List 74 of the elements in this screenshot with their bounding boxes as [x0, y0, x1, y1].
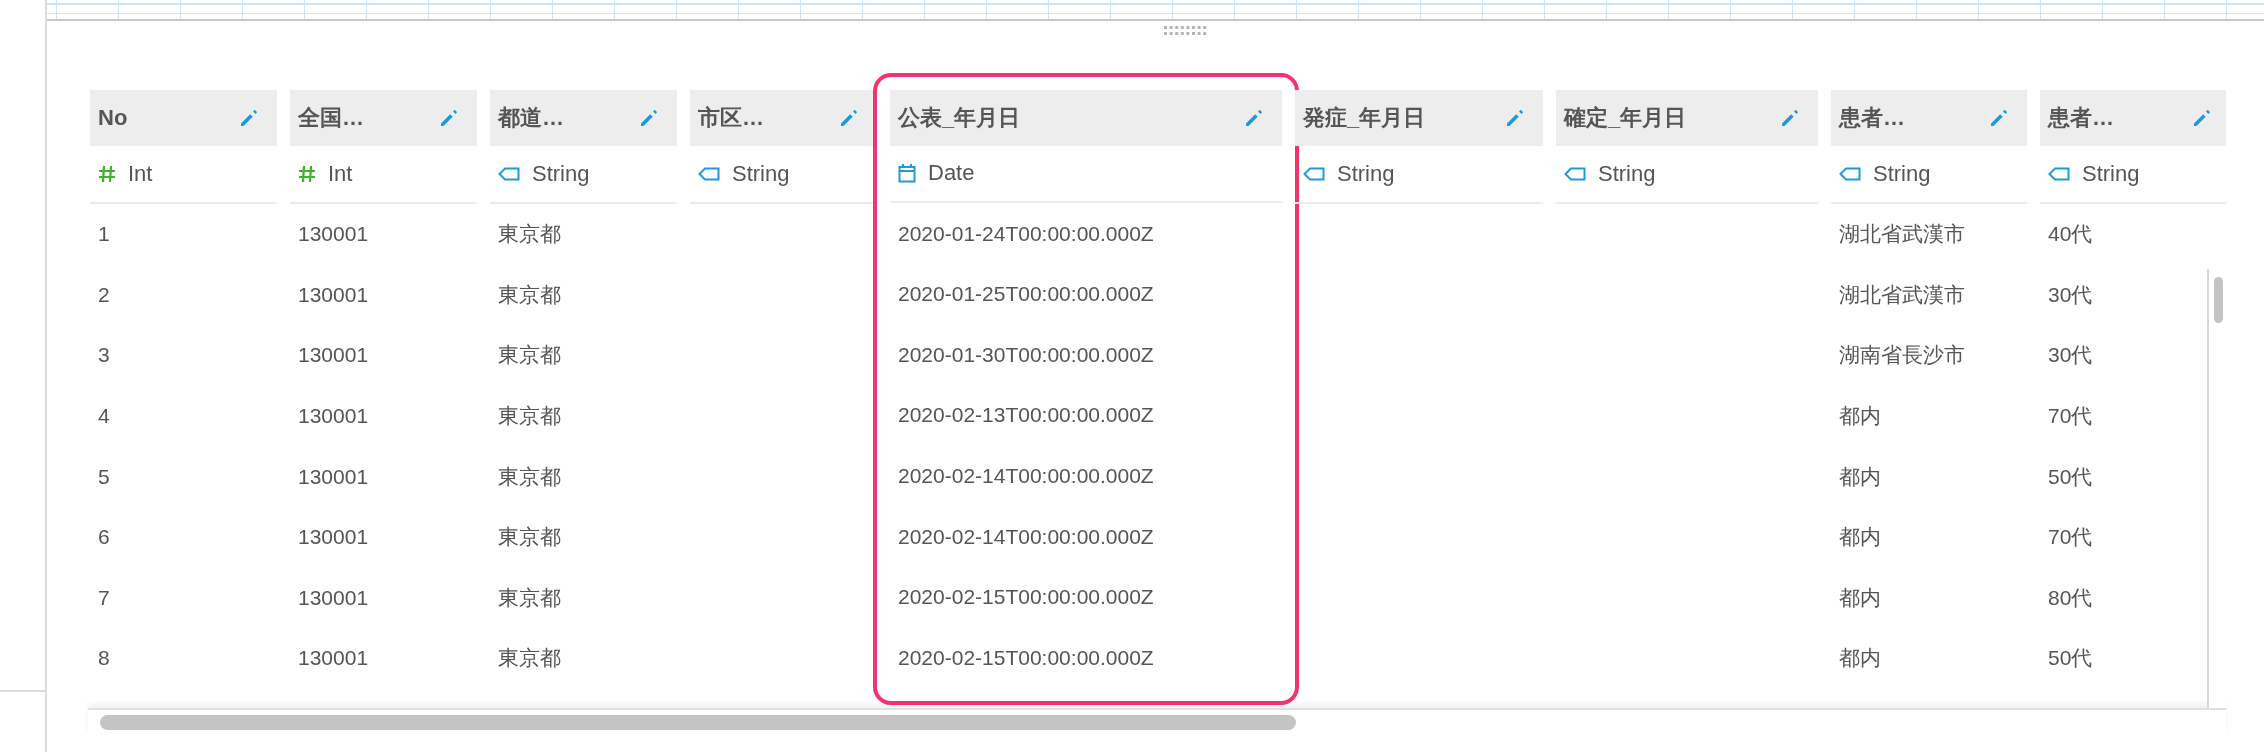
table-cell-text: 東京都: [498, 403, 561, 430]
table-cell-text: 東京都: [498, 524, 561, 551]
column-name: 市区…: [698, 104, 764, 132]
column-header[interactable]: 公表_年月日: [890, 90, 1282, 146]
table-cell: 2020-01-25T00:00:00.000Z: [898, 282, 1154, 307]
table-cell-text: 東京都: [498, 342, 561, 369]
table-cell-text: 70代: [2048, 524, 2093, 551]
table-cell: 2020-02-13T00:00:00.000Z: [898, 403, 1154, 428]
column-header[interactable]: 都道…: [490, 90, 677, 146]
table-cell-text: 50代: [2048, 645, 2093, 672]
data-type-label: String: [732, 161, 790, 187]
table-cell: 8: [98, 646, 110, 671]
table-cell-text: 都内: [1839, 463, 1881, 490]
column-name: 発症_年月日: [1303, 104, 1426, 132]
table-cell-text: 湖北省武漢市: [1839, 281, 1965, 308]
table-cell-text: 東京都: [498, 645, 561, 672]
table-cell: 5: [98, 464, 110, 489]
table-cell-text: 都内: [1839, 403, 1881, 430]
table-cell: 2020-02-15T00:00:00.000Z: [898, 585, 1154, 610]
column-name: 患者…: [2048, 104, 2114, 132]
column-name: 公表_年月日: [898, 103, 1021, 132]
table-cell: 2020-02-14T00:00:00.000Z: [898, 524, 1154, 549]
table-cell: 130001: [298, 222, 369, 247]
table-cell: 130001: [298, 464, 369, 489]
table-cell: 3: [98, 343, 110, 368]
data-type-label: String: [1873, 161, 1931, 187]
table-cell-text: 都内: [1839, 645, 1881, 672]
column-name: 全国…: [298, 104, 364, 132]
table-cell-text: 80代: [2048, 584, 2093, 611]
data-type-label: String: [2082, 161, 2140, 187]
table-cell: 4: [98, 404, 110, 429]
table-cell-text: 30代: [2048, 281, 2093, 308]
column-name: No: [98, 105, 128, 131]
data-type-label: Date: [928, 160, 975, 187]
data-type-label: String: [1598, 161, 1656, 187]
table-cell: 7: [98, 585, 110, 610]
data-type-label: Int: [328, 161, 353, 187]
table-cell-text: 東京都: [498, 463, 561, 490]
data-type-label: Int: [128, 161, 153, 187]
column-header[interactable]: 患者…: [1831, 90, 2027, 146]
column-name: 患者…: [1839, 104, 1905, 132]
table-cell: 2020-01-24T00:00:00.000Z: [898, 221, 1154, 246]
table-cell-text: 40代: [2048, 221, 2093, 248]
table-cell-text: 30代: [2048, 342, 2093, 369]
data-type-label: String: [532, 161, 590, 187]
column-name: 都道…: [498, 104, 564, 132]
table-cell-text: 東京都: [498, 221, 561, 248]
column-header[interactable]: 発症_年月日: [1295, 90, 1543, 146]
table-cell: 130001: [298, 646, 369, 671]
table-cell: 130001: [298, 525, 369, 550]
table-cell: 2020-01-30T00:00:00.000Z: [898, 342, 1154, 367]
column-header[interactable]: No: [90, 90, 277, 146]
table-cell: 2: [98, 282, 110, 307]
table-cell-text: 湖南省長沙市: [1839, 342, 1965, 369]
table-cell-text: 東京都: [498, 584, 561, 611]
table-cell: 1: [98, 222, 110, 247]
table-cell: 2020-02-14T00:00:00.000Z: [898, 463, 1154, 488]
column-header[interactable]: 確定_年月日: [1556, 90, 1818, 146]
table-cell: 130001: [298, 343, 369, 368]
table-cell: 6: [98, 525, 110, 550]
table-cell-text: 都内: [1839, 524, 1881, 551]
table-cell-text: 湖北省武漢市: [1839, 221, 1965, 248]
column-name: 確定_年月日: [1564, 104, 1687, 132]
table-cell: 2020-02-15T00:00:00.000Z: [898, 645, 1154, 670]
column-header[interactable]: 全国…: [290, 90, 477, 146]
table-cell: 130001: [298, 404, 369, 429]
table-cell-text: 50代: [2048, 463, 2093, 490]
data-type-label: String: [1337, 161, 1395, 187]
table-cell-text: 東京都: [498, 281, 561, 308]
table-cell: 130001: [298, 282, 369, 307]
column-header[interactable]: 患者…: [2040, 90, 2226, 146]
table-cell: 130001: [298, 585, 369, 610]
table-cell-text: 都内: [1839, 584, 1881, 611]
table-cell-text: 70代: [2048, 403, 2093, 430]
